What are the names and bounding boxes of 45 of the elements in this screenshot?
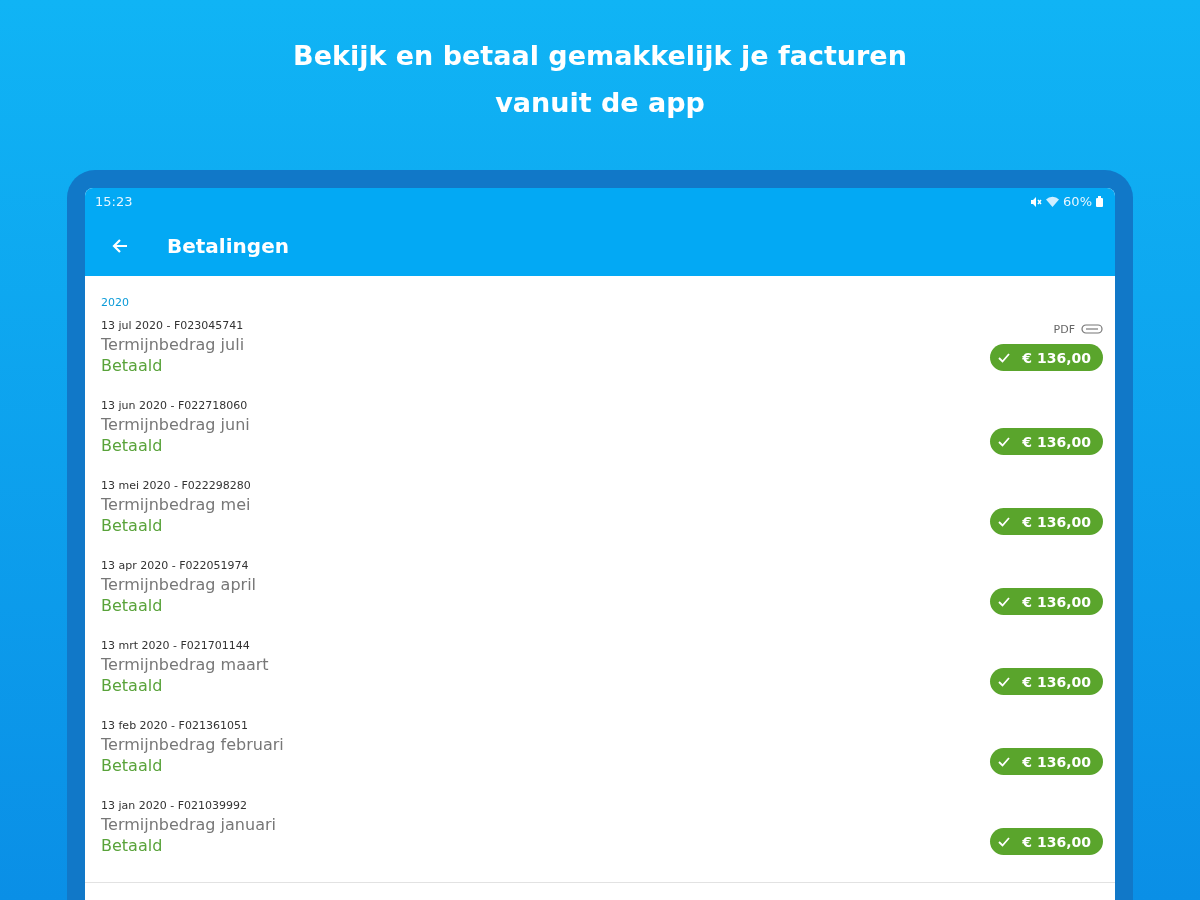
invoice-date: 13 mrt 2020 - F021701144 <box>101 638 251 654</box>
check-icon <box>998 756 1011 767</box>
invoice-date: 13 mei 2020 - F022298280 <box>101 478 252 494</box>
invoice-date: 13 apr 2020 - F022051974 <box>101 558 250 574</box>
invoice-date: 13 feb 2020 - F021361051 <box>101 718 249 734</box>
invoice-date: 13 jul 2020 - F023045741 <box>101 318 245 334</box>
amount-badge: € 136,00 <box>990 748 1103 775</box>
invoice-date: 13 jan 2020 - F021039992 <box>101 798 249 814</box>
wifi-icon <box>1046 196 1060 207</box>
amount-badge: € 136,00 <box>990 828 1103 855</box>
check-icon <box>998 516 1011 527</box>
status-time: 15:23 <box>95 194 133 209</box>
payment-status: Betaald <box>101 436 164 456</box>
year-header: 2020 <box>101 296 130 309</box>
invoice-title: Termijnbedrag april <box>101 574 258 596</box>
pdf-link[interactable]: PDF <box>1053 318 1103 340</box>
amount-badge: € 136,00 <box>990 588 1103 615</box>
payment-status: Betaald <box>101 356 164 376</box>
invoice-date: 13 jun 2020 - F022718060 <box>101 398 249 414</box>
invoice-title: Termijnbedrag februari <box>101 734 285 756</box>
battery-percentage: 60% <box>1063 194 1092 209</box>
headline: Bekijk en betaal gemakkelijk je facturen vanuit de app <box>292 39 908 120</box>
invoice-title: Termijnbedrag juli <box>101 334 246 356</box>
payment-status: Betaald <box>101 756 164 776</box>
mute-icon <box>1030 195 1043 208</box>
payment-status: Betaald <box>101 676 164 696</box>
invoice-title: Termijnbedrag juni <box>101 414 251 436</box>
check-icon <box>998 596 1011 607</box>
payment-status: Betaald <box>101 596 164 616</box>
invoice-title: Termijnbedrag maart <box>101 654 270 676</box>
check-icon <box>998 676 1011 687</box>
invoice-title: Termijnbedrag januari <box>101 814 277 836</box>
invoice-title: Termijnbedrag mei <box>101 494 252 516</box>
payment-status: Betaald <box>101 836 164 856</box>
payment-status: Betaald <box>101 516 164 536</box>
amount-badge: € 136,00 <box>990 508 1103 535</box>
amount-badge: € 136,00 <box>990 428 1103 455</box>
battery-icon <box>1096 196 1103 207</box>
screen-title: Betalingen <box>167 233 289 258</box>
amount-badge: € 136,00 <box>990 344 1103 371</box>
check-icon <box>998 436 1011 447</box>
attachment-icon <box>1081 324 1103 334</box>
check-icon <box>998 352 1011 363</box>
check-icon <box>998 836 1011 847</box>
amount-badge: € 136,00 <box>990 668 1103 695</box>
